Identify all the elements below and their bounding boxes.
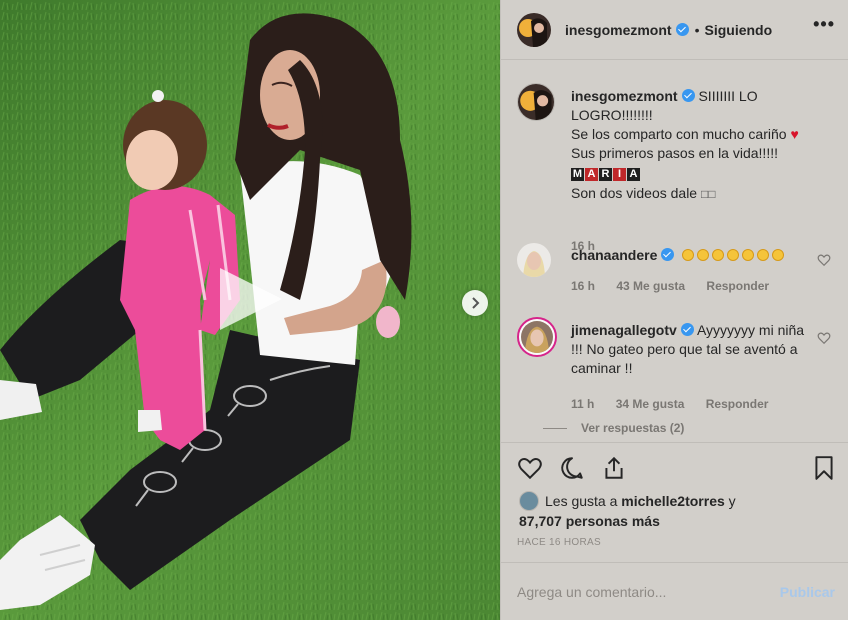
avatar[interactable] [517, 243, 551, 277]
comment-icon[interactable] [559, 455, 585, 481]
comment-input[interactable] [517, 581, 767, 603]
reply-button[interactable]: Responder [706, 397, 769, 411]
caption-item: inesgomezmont SIIIIIII LO LOGRO!!!!!!!! … [517, 83, 833, 263]
likes-prefix: Les gusta a [545, 493, 618, 509]
comment-text: jimenagallegotv Ayyyyyyy mi niña !!! No … [571, 321, 813, 378]
comment-username[interactable]: jimenagallegotv [571, 322, 677, 338]
reply-button[interactable]: Responder [706, 279, 769, 293]
maria-letter: I [613, 168, 626, 181]
caption-line-3: Sus primeros pasos en la vida!!!!! [571, 145, 778, 161]
next-media-button[interactable] [462, 290, 488, 316]
caption-text: inesgomezmont SIIIIIII LO LOGRO!!!!!!!! … [571, 87, 813, 204]
heart-icon[interactable] [817, 331, 831, 345]
post-media[interactable] [0, 0, 500, 620]
post-header: inesgomezmont • Siguiendo ••• [501, 0, 848, 60]
comment-meta: 11 h 34 Me gusta Responder [571, 397, 786, 411]
comment-likes[interactable]: 43 Me gusta [616, 279, 685, 293]
comment-username[interactable]: chanaandere [571, 247, 657, 263]
add-comment-bar: Publicar [501, 562, 848, 620]
likes-summary: Les gusta a michelle2torres y 87,707 per… [519, 491, 736, 531]
heart-icon[interactable] [517, 455, 543, 481]
emoji-boxes: □□ [700, 187, 716, 201]
view-replies-label[interactable]: Ver respuestas (2) [581, 421, 684, 435]
verified-icon [680, 323, 694, 336]
avatar[interactable] [517, 83, 555, 121]
maria-letter: A [585, 168, 598, 181]
red-heart-emoji: ♥ [790, 126, 799, 142]
maria-letters: MARIA [571, 165, 641, 184]
following-button[interactable]: Siguiendo [704, 22, 772, 38]
comment-likes[interactable]: 34 Me gusta [616, 397, 685, 411]
comment-text: chanaandere [571, 246, 813, 265]
share-icon[interactable] [601, 455, 627, 481]
more-options-icon[interactable]: ••• [813, 14, 835, 35]
verified-icon [675, 23, 689, 36]
liker-username[interactable]: michelle2torres [621, 493, 725, 509]
post-side-panel: inesgomezmont • Siguiendo ••• inesgomezm… [500, 0, 848, 620]
publish-button[interactable]: Publicar [780, 584, 835, 600]
avatar[interactable] [517, 12, 551, 47]
header-username[interactable]: inesgomezmont [565, 22, 672, 38]
post-timestamp[interactable]: HACE 16 HORAS [517, 537, 601, 548]
caption-username[interactable]: inesgomezmont [571, 88, 678, 104]
comment-meta: 16 h 43 Me gusta Responder [571, 279, 787, 293]
likes-count[interactable]: 87,707 personas más [519, 513, 660, 529]
comment-time[interactable]: 16 h [571, 279, 595, 293]
smile-emojis [682, 247, 787, 263]
heart-icon[interactable] [817, 253, 831, 267]
separator-dot: • [694, 21, 700, 38]
comment-time[interactable]: 11 h [571, 397, 594, 411]
view-replies[interactable]: Ver respuestas (2) [543, 421, 702, 435]
comment-item: chanaandere 16 h 43 Me gusta Responder [517, 243, 833, 303]
post-actions: Les gusta a michelle2torres y 87,707 per… [501, 442, 848, 560]
caption-line-2: Se los comparto con mucho cariño [571, 126, 787, 142]
verified-icon [661, 248, 675, 261]
liker-avatar[interactable] [519, 491, 539, 511]
caption-line-5: Son dos videos dale [571, 185, 698, 201]
comment-item: jimenagallegotv Ayyyyyyy mi niña !!! No … [517, 317, 833, 441]
maria-letter: A [627, 168, 640, 181]
chevron-right-icon [472, 297, 480, 309]
likes-suffix: y [728, 493, 736, 509]
maria-letter: R [599, 168, 612, 181]
maria-letter: M [571, 168, 584, 181]
avatar[interactable] [517, 317, 557, 357]
comments-list[interactable]: inesgomezmont SIIIIIII LO LOGRO!!!!!!!! … [501, 61, 848, 441]
verified-icon [681, 89, 695, 102]
bookmark-icon[interactable] [811, 455, 837, 481]
play-icon[interactable] [216, 264, 286, 334]
